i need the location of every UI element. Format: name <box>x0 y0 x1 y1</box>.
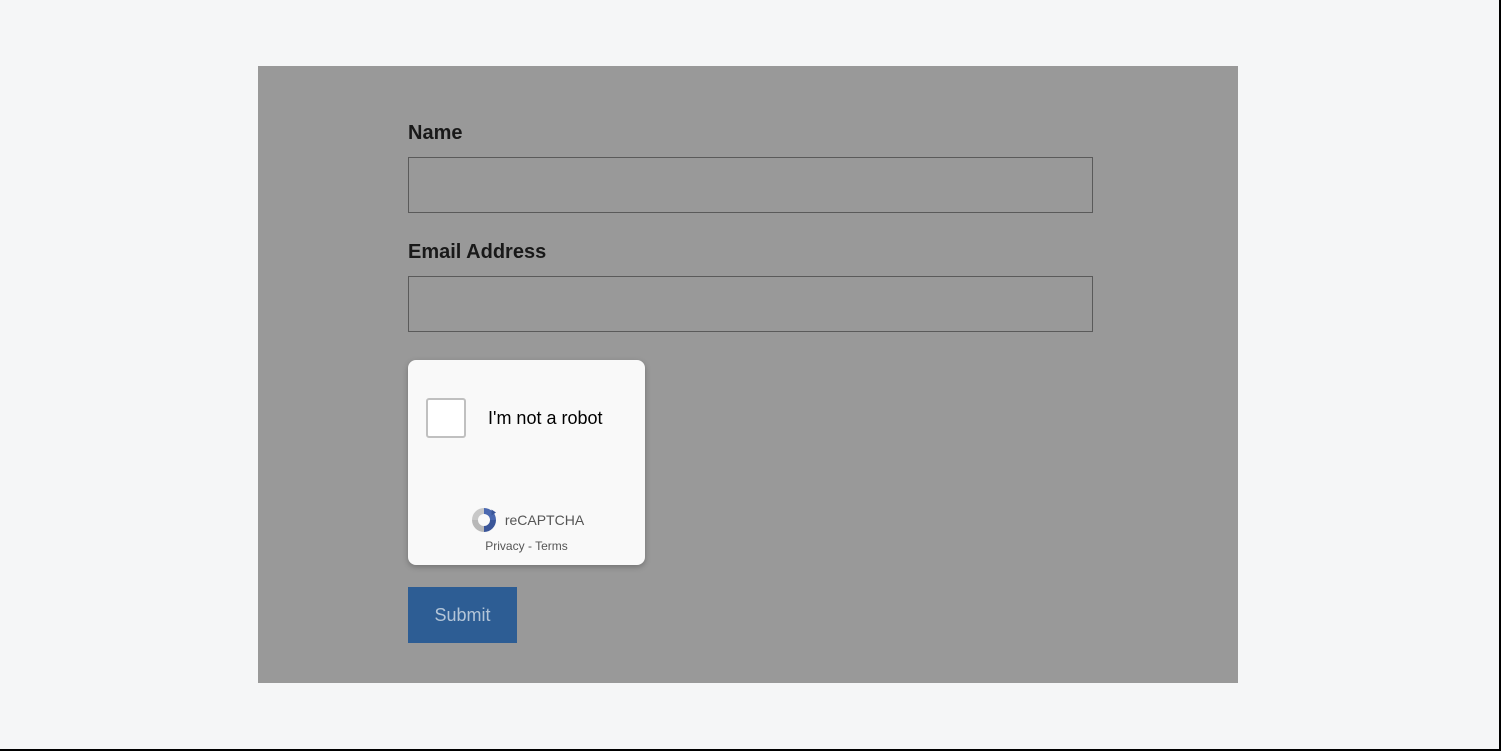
signup-form: Name Email Address I'm not a robot reCAP… <box>408 122 1093 643</box>
recaptcha-brand-text: reCAPTCHA <box>505 512 584 528</box>
submit-button[interactable]: Submit <box>408 587 517 643</box>
recaptcha-checkbox[interactable] <box>426 398 466 438</box>
email-label: Email Address <box>408 241 1093 264</box>
name-label: Name <box>408 122 1093 145</box>
recaptcha-links: Privacy - Terms <box>485 539 567 553</box>
recaptcha-top-row: I'm not a robot <box>408 360 645 456</box>
recaptcha-footer: reCAPTCHA Privacy - Terms <box>408 505 645 553</box>
email-input[interactable] <box>408 276 1093 332</box>
recaptcha-icon <box>469 505 499 535</box>
recaptcha-privacy-link[interactable]: Privacy <box>485 539 524 553</box>
recaptcha-brand-row: reCAPTCHA <box>469 505 584 535</box>
recaptcha-widget: I'm not a robot reCAPTCHA Privacy - Term… <box>408 360 645 565</box>
recaptcha-terms-link[interactable]: Terms <box>535 539 568 553</box>
name-input[interactable] <box>408 157 1093 213</box>
recaptcha-label: I'm not a robot <box>488 408 603 429</box>
recaptcha-separator: - <box>525 539 535 553</box>
